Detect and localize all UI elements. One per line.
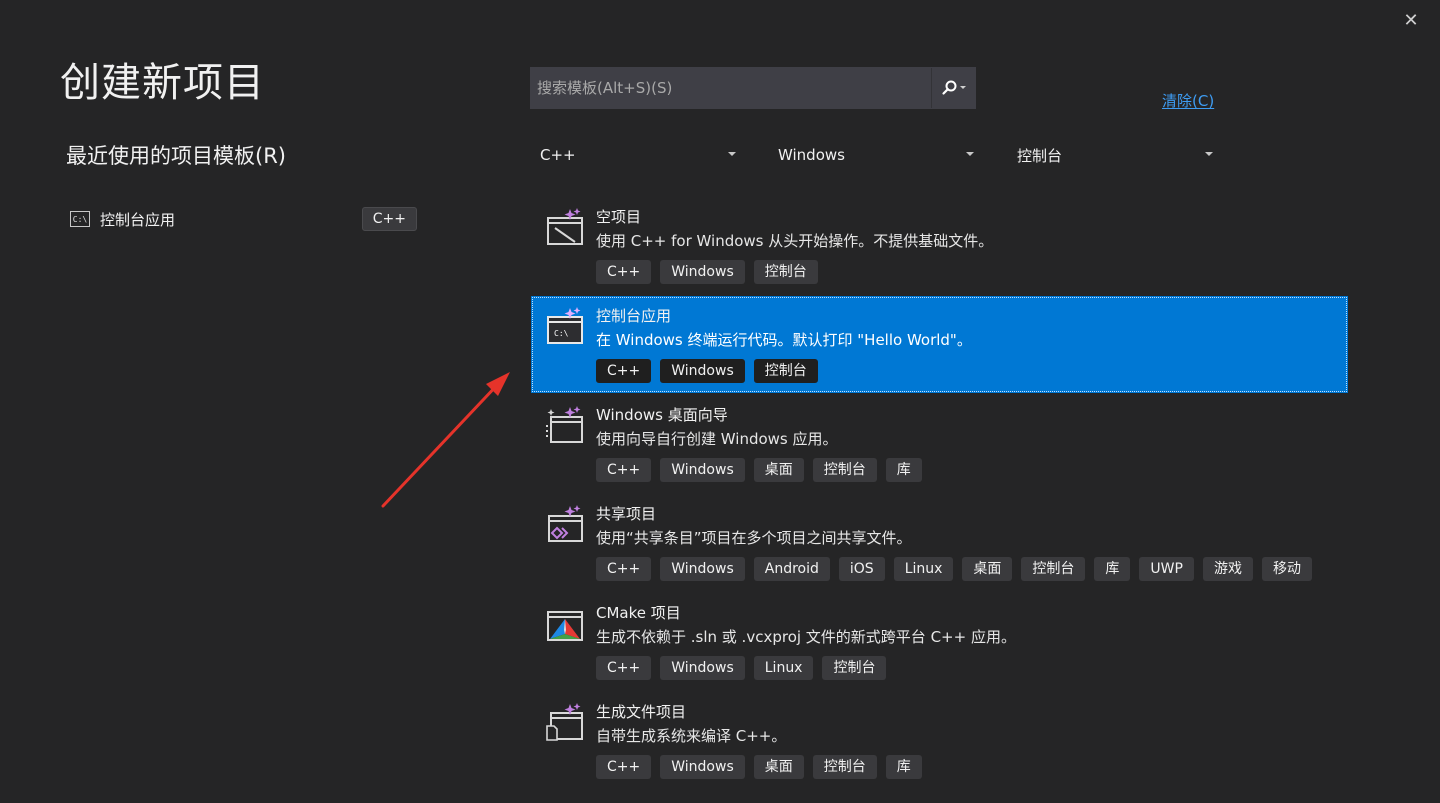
annotation-arrow-icon — [381, 372, 510, 508]
template-name: 控制台应用 — [596, 307, 672, 325]
template-tags: C++ Windows 控制台 — [596, 260, 818, 284]
platform-filter-value: Windows — [778, 146, 845, 164]
chevron-down-icon — [966, 152, 974, 156]
template-tag: 移动 — [1261, 557, 1312, 581]
template-tag: C++ — [596, 260, 652, 284]
template-tag: 游戏 — [1202, 557, 1253, 581]
template-tag: Linux — [753, 656, 814, 680]
cmake-icon — [547, 611, 583, 641]
template-tags: C++ Windows Android iOS Linux 桌面 控制台 库 U… — [596, 557, 1312, 581]
recent-template-item[interactable]: C:\ 控制台应用 C++ — [66, 204, 421, 234]
template-item-empty-project[interactable]: 空项目 使用 C++ for Windows 从头开始操作。不提供基础文件。 C… — [531, 197, 1348, 294]
template-tag: Android — [753, 557, 830, 581]
project-type-filter-value: 控制台 — [1017, 146, 1063, 165]
chevron-down-icon — [728, 152, 736, 156]
recent-template-label: 控制台应用 — [100, 210, 176, 229]
desktop-wizard-icon — [546, 406, 583, 443]
template-tag: 控制台 — [753, 260, 818, 284]
template-tag: Linux — [893, 557, 954, 581]
empty-project-icon — [547, 208, 583, 245]
template-tag: Windows — [660, 755, 745, 779]
template-tag: iOS — [838, 557, 885, 581]
template-tag: 桌面 — [753, 755, 804, 779]
template-name: 空项目 — [596, 208, 642, 226]
template-item-console-app[interactable]: C:\ 控制台应用 在 Windows 终端运行代码。默认打印 "Hello W… — [531, 296, 1348, 393]
search-icon — [941, 80, 966, 95]
console-app-icon: C:\ — [70, 211, 90, 227]
console-app-icon: C:\ — [547, 307, 583, 344]
template-tag: C++ — [596, 557, 652, 581]
template-tag: 控制台 — [753, 359, 818, 383]
template-tag: 控制台 — [812, 458, 877, 482]
template-tag: 库 — [1094, 557, 1131, 581]
language-filter-value: C++ — [540, 146, 576, 164]
template-tag: 控制台 — [1021, 557, 1086, 581]
template-tag: 控制台 — [822, 656, 887, 680]
template-tag: Windows — [660, 260, 745, 284]
template-tag: Windows — [660, 656, 745, 680]
shared-project-icon — [548, 505, 583, 542]
search-button[interactable] — [931, 68, 975, 108]
template-tag: 库 — [885, 755, 922, 779]
template-tag: 桌面 — [753, 458, 804, 482]
template-tag: C++ — [596, 359, 652, 383]
search-input[interactable] — [531, 68, 931, 108]
recent-templates-heading: 最近使用的项目模板(R) — [66, 144, 286, 168]
template-tag: 库 — [885, 458, 922, 482]
project-type-filter-dropdown[interactable]: 控制台 — [1017, 140, 1213, 170]
template-tags: C++ Windows Linux 控制台 — [596, 656, 887, 680]
template-tag: Windows — [660, 458, 745, 482]
search-box — [530, 67, 976, 109]
template-item-makefile-project[interactable]: 生成文件项目 自带生成系统来编译 C++。 C++ Windows 桌面 控制台… — [531, 692, 1348, 789]
template-name: 共享项目 — [596, 505, 657, 523]
template-item-cmake-project[interactable]: CMake 项目 生成不依赖于 .sln 或 .vcxproj 文件的新式跨平台… — [531, 593, 1348, 690]
template-description: 自带生成系统来编译 C++。 — [596, 727, 787, 745]
template-tag: UWP — [1139, 557, 1194, 581]
close-button[interactable]: ✕ — [1398, 8, 1424, 34]
template-item-desktop-wizard[interactable]: Windows 桌面向导 使用向导自行创建 Windows 应用。 C++ Wi… — [531, 395, 1348, 492]
template-description: 使用“共享条目”项目在多个项目之间共享文件。 — [596, 529, 912, 547]
recent-template-tag: C++ — [361, 207, 417, 231]
template-tag: Windows — [660, 359, 745, 383]
template-tags: C++ Windows 控制台 — [596, 359, 818, 383]
template-tag: C++ — [596, 755, 652, 779]
template-name: Windows 桌面向导 — [596, 406, 728, 424]
template-tag: C++ — [596, 458, 652, 482]
template-tags: C++ Windows 桌面 控制台 库 — [596, 755, 922, 779]
template-item-shared-project[interactable]: 共享项目 使用“共享条目”项目在多个项目之间共享文件。 C++ Windows … — [531, 494, 1348, 591]
makefile-project-icon — [546, 703, 583, 741]
language-filter-dropdown[interactable]: C++ — [540, 140, 736, 170]
platform-filter-dropdown[interactable]: Windows — [778, 140, 974, 170]
template-tag: 桌面 — [962, 557, 1013, 581]
template-description: 在 Windows 终端运行代码。默认打印 "Hello World"。 — [596, 331, 972, 349]
template-description: 使用向导自行创建 Windows 应用。 — [596, 430, 838, 448]
clear-filters-link[interactable]: 清除(C) — [1162, 90, 1214, 111]
template-name: CMake 项目 — [596, 604, 681, 622]
chevron-down-icon — [1205, 152, 1213, 156]
page-title: 创建新项目 — [60, 60, 265, 106]
svg-text:C:\: C:\ — [554, 329, 569, 338]
template-name: 生成文件项目 — [596, 703, 687, 721]
template-tag: 控制台 — [812, 755, 877, 779]
template-tag: C++ — [596, 656, 652, 680]
template-description: 生成不依赖于 .sln 或 .vcxproj 文件的新式跨平台 C++ 应用。 — [596, 628, 1016, 646]
template-tags: C++ Windows 桌面 控制台 库 — [596, 458, 922, 482]
template-tag: Windows — [660, 557, 745, 581]
template-description: 使用 C++ for Windows 从头开始操作。不提供基础文件。 — [596, 232, 994, 250]
